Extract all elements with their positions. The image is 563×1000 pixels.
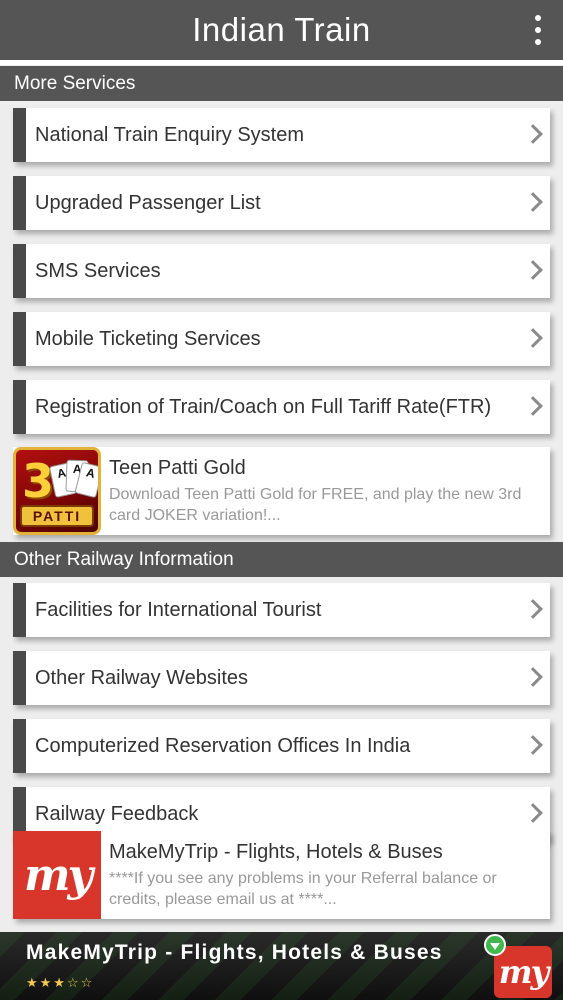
chevron-right-icon bbox=[523, 124, 543, 144]
ad-description: Download Teen Patti Gold for FREE, and p… bbox=[109, 485, 522, 524]
chevron-right-icon bbox=[523, 328, 543, 348]
makemytrip-logo-icon: my bbox=[494, 946, 552, 998]
ad-title: Teen Patti Gold bbox=[109, 456, 246, 479]
chevron-right-icon bbox=[523, 599, 543, 619]
list-item-label: Mobile Ticketing Services bbox=[35, 327, 261, 350]
section-header-other-railway-info: Other Railway Information bbox=[0, 542, 563, 577]
list-item-label: Facilities for International Tourist bbox=[35, 598, 322, 621]
makemytrip-icon: my bbox=[13, 831, 101, 919]
ad-card-makemytrip[interactable]: my MakeMyTrip - Flights, Hotels & Buses … bbox=[13, 831, 550, 919]
list-item-label: Computerized Reservation Offices In Indi… bbox=[35, 734, 411, 757]
list-item-sms-services[interactable]: SMS Services bbox=[13, 244, 550, 298]
list-item-other-railway-websites[interactable]: Other Railway Websites bbox=[13, 651, 550, 705]
chevron-right-icon bbox=[523, 260, 543, 280]
teen-patti-icon: 3 A A A PATTI bbox=[13, 447, 101, 535]
list-item-national-train-enquiry[interactable]: National Train Enquiry System bbox=[13, 108, 550, 162]
chevron-right-icon bbox=[523, 803, 543, 823]
chevron-right-icon bbox=[523, 396, 543, 416]
list-item-reservation-offices[interactable]: Computerized Reservation Offices In Indi… bbox=[13, 719, 550, 773]
list-item-label: National Train Enquiry System bbox=[35, 123, 305, 146]
list-item-label: Railway Feedback bbox=[35, 802, 199, 825]
ad-title: MakeMyTrip - Flights, Hotels & Buses bbox=[109, 840, 443, 863]
overflow-menu-icon[interactable] bbox=[527, 15, 549, 45]
ad-description: ****If you see any problems in your Refe… bbox=[109, 869, 497, 908]
divider bbox=[0, 60, 563, 65]
rating-stars: ★★★☆☆ bbox=[26, 975, 95, 990]
chevron-right-icon bbox=[523, 192, 543, 212]
download-icon bbox=[484, 934, 506, 956]
app-title: Indian Train bbox=[192, 11, 371, 48]
list-item-label: SMS Services bbox=[35, 259, 161, 282]
list-item-international-tourist[interactable]: Facilities for International Tourist bbox=[13, 583, 550, 637]
list-item-mobile-ticketing[interactable]: Mobile Ticketing Services bbox=[13, 312, 550, 366]
chevron-right-icon bbox=[523, 735, 543, 755]
section-header-more-services: More Services bbox=[0, 66, 563, 101]
list-item-label: Upgraded Passenger List bbox=[35, 191, 261, 214]
chevron-right-icon bbox=[523, 667, 543, 687]
banner-ad-title: MakeMyTrip - Flights, Hotels & Buses bbox=[26, 941, 443, 964]
bottom-banner-ad[interactable]: MakeMyTrip - Flights, Hotels & Buses ★★★… bbox=[0, 932, 563, 1000]
list-item-label: Other Railway Websites bbox=[35, 666, 249, 689]
list-item-label: Registration of Train/Coach on Full Tari… bbox=[35, 395, 492, 418]
ad-card-teen-patti[interactable]: 3 A A A PATTI Teen Patti Gold Download T… bbox=[13, 447, 550, 535]
list-item-upgraded-passenger-list[interactable]: Upgraded Passenger List bbox=[13, 176, 550, 230]
app-bar: Indian Train bbox=[0, 0, 563, 60]
list-item-ftr-registration[interactable]: Registration of Train/Coach on Full Tari… bbox=[13, 380, 550, 434]
